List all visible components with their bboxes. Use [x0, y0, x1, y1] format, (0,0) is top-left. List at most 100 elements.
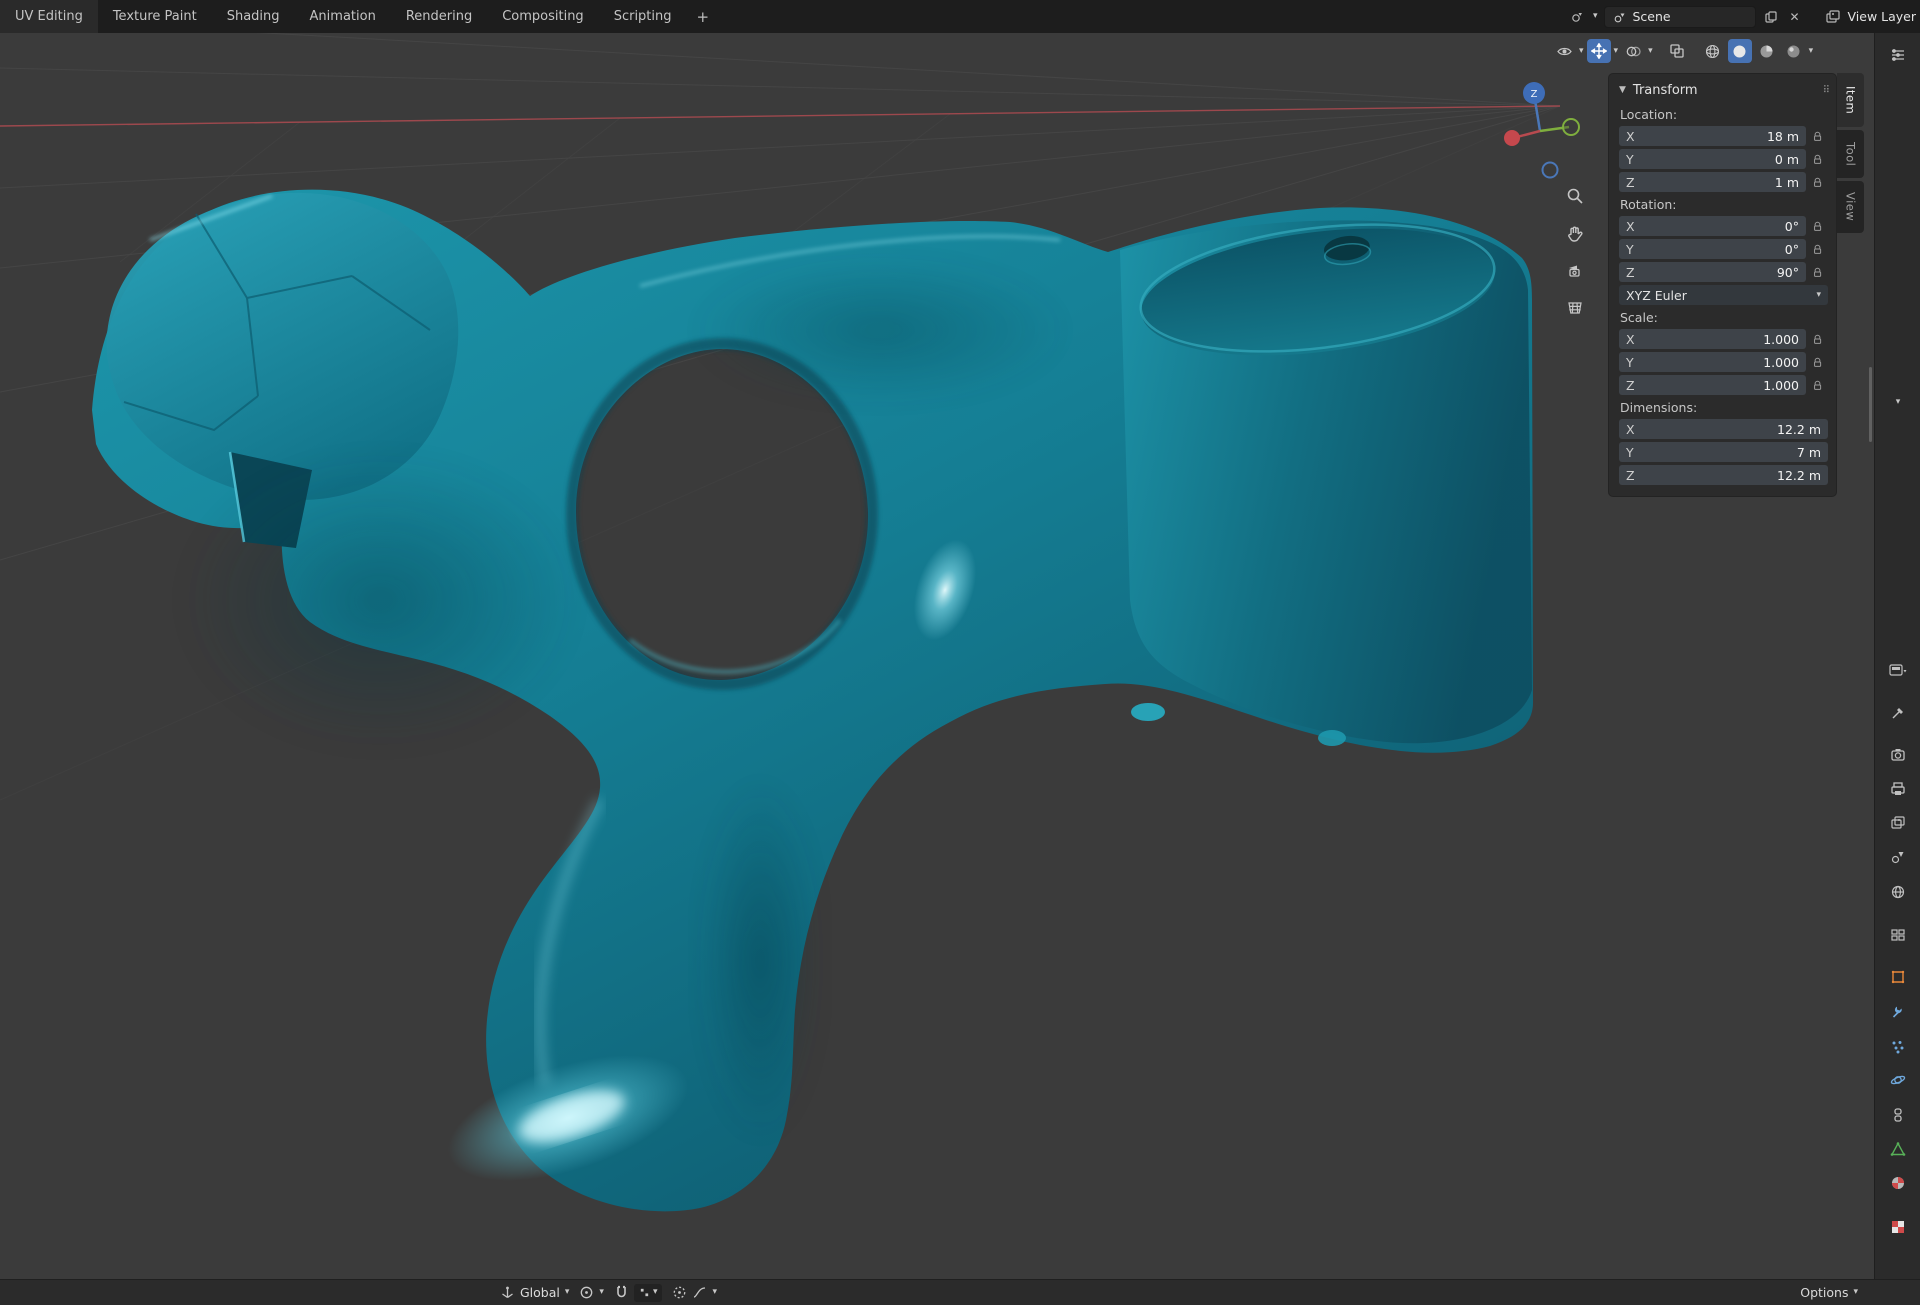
rotation-x-field[interactable]: X 0° — [1619, 216, 1806, 236]
sidebar-tab-tool[interactable]: Tool — [1837, 130, 1864, 178]
workspace-tab-animation[interactable]: Animation — [295, 0, 391, 33]
view-layer-name[interactable]: View Layer — [1848, 9, 1917, 24]
render-icon[interactable] — [1875, 741, 1920, 769]
location-x-field[interactable]: X 18 m — [1619, 126, 1806, 146]
topbar: UV Editing Texture Paint Shading Animati… — [0, 0, 1920, 33]
zoom-icon[interactable] — [1561, 182, 1589, 210]
location-z-field[interactable]: Z 1 m — [1619, 172, 1806, 192]
workspace-tab-texture-paint[interactable]: Texture Paint — [98, 0, 212, 33]
dimensions-y-field[interactable]: Y 7 m — [1619, 442, 1828, 462]
material-icon[interactable] — [1875, 1169, 1920, 1197]
snap-magnet-icon[interactable] — [614, 1285, 629, 1300]
shading-wireframe-icon[interactable] — [1701, 39, 1725, 63]
workspace-tab-shading[interactable]: Shading — [212, 0, 295, 33]
gizmo-z-negative-axis[interactable] — [1543, 163, 1558, 178]
transform-panel: ▼ Transform ⠿ Location: X 18 m Y 0 m Z 1… — [1608, 73, 1837, 497]
object-icon[interactable] — [1875, 963, 1920, 991]
shading-material-icon[interactable] — [1755, 39, 1779, 63]
workspace-tab-uv-editing[interactable]: UV Editing — [0, 0, 98, 33]
pivot-icon — [579, 1285, 594, 1300]
shading-chevron-icon[interactable]: ▾ — [1809, 47, 1814, 56]
scale-z-lock-icon[interactable] — [1806, 380, 1828, 391]
rotation-y-field[interactable]: Y 0° — [1619, 239, 1806, 259]
gizmos-toggle-icon[interactable] — [1587, 39, 1611, 63]
scale-label: Scale: — [1620, 310, 1828, 325]
gizmo-y-axis[interactable] — [1563, 119, 1579, 135]
scale-x-lock-icon[interactable] — [1806, 334, 1828, 345]
dimensions-x-field[interactable]: X 12.2 m — [1619, 419, 1828, 439]
output-icon[interactable] — [1875, 775, 1920, 803]
properties-editor-strip: ▾ — [1874, 33, 1920, 1279]
location-x-lock-icon[interactable] — [1806, 131, 1828, 142]
overlays-chevron-icon[interactable]: ▾ — [1648, 47, 1653, 56]
tool-icon[interactable] — [1875, 699, 1920, 727]
scrollbar[interactable] — [1869, 367, 1872, 442]
browse-scene-chevron-icon[interactable]: ▾ — [1593, 12, 1598, 21]
world-icon[interactable] — [1875, 878, 1920, 906]
unlink-scene-icon[interactable]: ✕ — [1786, 8, 1804, 26]
camera-view-icon[interactable] — [1561, 257, 1589, 285]
location-z-lock-icon[interactable] — [1806, 177, 1828, 188]
pan-hand-icon[interactable] — [1561, 220, 1589, 248]
scale-y-field[interactable]: Y 1.000 — [1619, 352, 1806, 372]
scene-tab-icon[interactable] — [1875, 843, 1920, 871]
rotation-mode-dropdown[interactable]: XYZ Euler ▾ — [1619, 285, 1828, 305]
workspace-tab-scripting[interactable]: Scripting — [599, 0, 687, 33]
xray-toggle-icon[interactable] — [1665, 39, 1689, 63]
constraints-icon[interactable] — [1875, 1101, 1920, 1129]
navigation-gizmo[interactable]: Z — [1495, 70, 1605, 185]
panel-collapse-chevron-icon[interactable]: ▾ — [1875, 388, 1920, 416]
scene-name: Scene — [1633, 9, 1671, 24]
gizmos-chevron-icon[interactable]: ▾ — [1614, 47, 1619, 56]
rotation-z-lock-icon[interactable] — [1806, 267, 1828, 278]
dimensions-label: Dimensions: — [1620, 400, 1828, 415]
grid-perspective-icon[interactable] — [1561, 294, 1589, 322]
location-y-lock-icon[interactable] — [1806, 154, 1828, 165]
visibility-eye-icon[interactable] — [1552, 39, 1576, 63]
new-scene-icon[interactable] — [1762, 8, 1780, 26]
dimensions-z-field[interactable]: Z 12.2 m — [1619, 465, 1828, 485]
scale-x-field[interactable]: X 1.000 — [1619, 329, 1806, 349]
view-layer-tab-icon[interactable] — [1875, 809, 1920, 837]
outliner-filter-icon[interactable] — [1875, 41, 1920, 69]
pivot-point-dropdown[interactable]: ▾ — [579, 1285, 604, 1300]
shading-solid-icon[interactable] — [1728, 39, 1752, 63]
scale-y-lock-icon[interactable] — [1806, 357, 1828, 368]
transform-orientation-dropdown[interactable]: Global ▾ — [500, 1285, 569, 1300]
rotation-z-field[interactable]: Z 90° — [1619, 262, 1806, 282]
browse-scene-icon[interactable] — [1569, 8, 1587, 26]
visibility-chevron-icon[interactable]: ▾ — [1579, 47, 1584, 56]
shading-rendered-icon[interactable] — [1782, 39, 1806, 63]
rotation-y-lock-icon[interactable] — [1806, 244, 1828, 255]
gizmo-x-axis[interactable] — [1504, 130, 1520, 146]
scale-x-row: X 1.000 — [1619, 329, 1828, 349]
falloff-chevron-icon[interactable]: ▾ — [712, 1288, 717, 1297]
falloff-curve-icon[interactable] — [692, 1285, 707, 1300]
collection-icon[interactable] — [1875, 921, 1920, 949]
panel-expand-icon[interactable]: ▼ — [1619, 85, 1626, 95]
rotation-x-lock-icon[interactable] — [1806, 221, 1828, 232]
scene-selector[interactable]: Scene — [1604, 6, 1756, 28]
workspace-tab-compositing[interactable]: Compositing — [487, 0, 599, 33]
scale-z-field[interactable]: Z 1.000 — [1619, 375, 1806, 395]
modifiers-wrench-icon[interactable] — [1875, 998, 1920, 1026]
object-data-icon[interactable] — [1875, 1135, 1920, 1163]
snap-settings-dropdown[interactable]: ▾ — [634, 1284, 663, 1302]
sidebar-tab-item[interactable]: Item — [1837, 73, 1864, 127]
scale-z-row: Z 1.000 — [1619, 375, 1828, 395]
options-dropdown[interactable]: Options ▾ — [1800, 1285, 1858, 1300]
transform-panel-header[interactable]: ▼ Transform ⠿ — [1619, 78, 1828, 102]
physics-icon[interactable] — [1875, 1066, 1920, 1094]
texture-icon[interactable] — [1875, 1213, 1920, 1241]
view-layer-icon — [1824, 8, 1842, 26]
location-y-field[interactable]: Y 0 m — [1619, 149, 1806, 169]
snap-chevron-icon: ▾ — [653, 1288, 658, 1297]
sidebar-tab-view[interactable]: View — [1837, 181, 1864, 233]
add-workspace-button[interactable]: + — [687, 0, 720, 33]
overlays-toggle-icon[interactable] — [1621, 39, 1645, 63]
proportional-editing-icon[interactable] — [672, 1285, 687, 1300]
panel-drag-grip-icon[interactable]: ⠿ — [1823, 85, 1828, 96]
particles-icon[interactable] — [1875, 1033, 1920, 1061]
workspace-tab-rendering[interactable]: Rendering — [391, 0, 487, 33]
editor-type-icon[interactable] — [1875, 657, 1920, 685]
